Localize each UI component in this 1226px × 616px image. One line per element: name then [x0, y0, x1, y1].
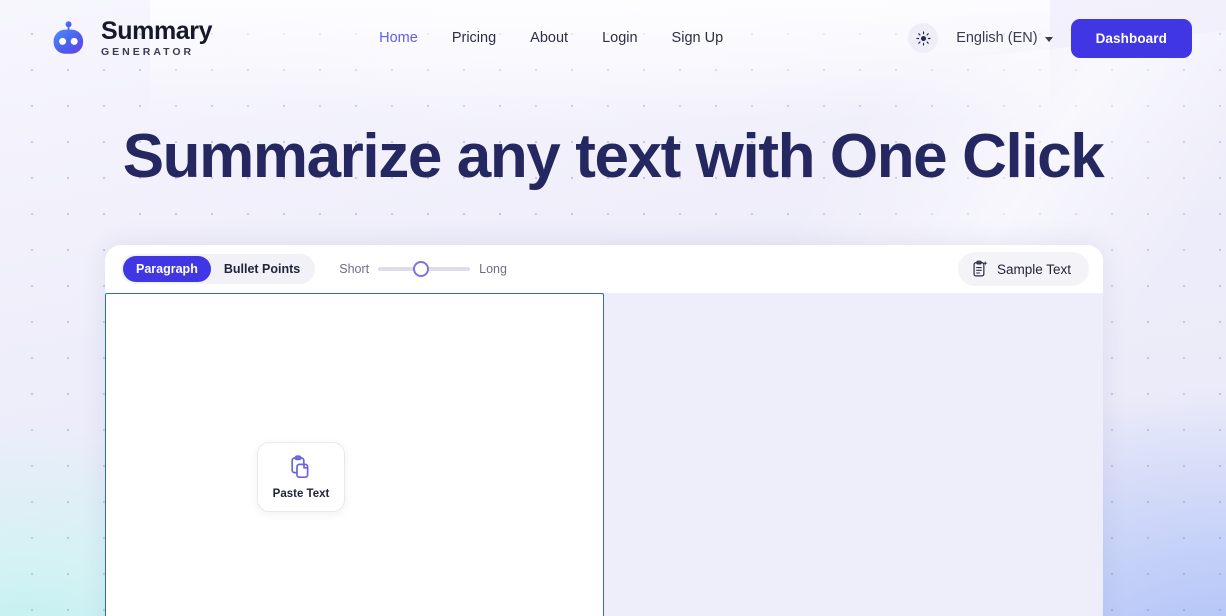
nav-item-about[interactable]: About: [513, 22, 585, 54]
paste-text-button[interactable]: Paste Text: [257, 442, 345, 512]
dashboard-button[interactable]: Dashboard: [1070, 18, 1192, 58]
language-label: English (EN): [956, 30, 1038, 46]
brand-logo[interactable]: Summary GENERATOR: [48, 17, 213, 59]
length-slider[interactable]: [378, 261, 471, 277]
length-slider-thumb[interactable]: [413, 261, 430, 277]
summary-mode-toggle: Paragraph Bullet Points: [121, 254, 316, 284]
tool-toolbar: Paragraph Bullet Points Short Long Sampl…: [105, 245, 1103, 293]
length-min-label: Short: [339, 262, 370, 276]
chevron-down-icon: [1044, 36, 1053, 42]
site-header: Summary GENERATOR Home Pricing About Log…: [0, 0, 1226, 76]
clipboard-sparkle-icon: [973, 260, 988, 277]
sun-icon: [916, 30, 931, 46]
header-actions: English (EN) Dashboard: [908, 18, 1192, 58]
summarizer-tool-card: Paragraph Bullet Points Short Long Sampl…: [105, 245, 1103, 616]
length-max-label: Long: [479, 262, 507, 276]
main-navigation: Home Pricing About Login Sign Up: [362, 22, 740, 54]
sample-text-label: Sample Text: [996, 261, 1071, 277]
nav-item-login[interactable]: Login: [585, 22, 654, 54]
theme-toggle-button[interactable]: [908, 23, 939, 53]
language-selector[interactable]: English (EN): [956, 30, 1053, 46]
mode-paragraph-button[interactable]: Paragraph: [123, 256, 211, 282]
page-title: Summarize any text with One Click: [122, 122, 1105, 191]
input-text-area[interactable]: Paste Text: [105, 293, 604, 616]
nav-item-home[interactable]: Home: [362, 22, 435, 54]
hero-section: Summarize any text with One Click: [0, 122, 1226, 191]
paste-text-label: Paste Text: [272, 487, 330, 500]
clipboard-paste-icon: [291, 454, 309, 478]
brand-text: Summary GENERATOR: [101, 17, 213, 59]
mode-bullet-points-button[interactable]: Bullet Points: [211, 256, 313, 282]
summary-length-control: Short Long: [339, 261, 507, 277]
robot-head-icon: [53, 21, 84, 54]
editor-panes: Paste Text: [105, 293, 1103, 616]
brand-title: Summary: [101, 17, 213, 46]
sample-text-button[interactable]: Sample Text: [957, 252, 1089, 286]
nav-item-signup[interactable]: Sign Up: [655, 22, 741, 54]
output-text-area[interactable]: [604, 293, 1103, 616]
brand-subtitle: GENERATOR: [101, 46, 195, 59]
nav-item-pricing[interactable]: Pricing: [435, 22, 513, 54]
